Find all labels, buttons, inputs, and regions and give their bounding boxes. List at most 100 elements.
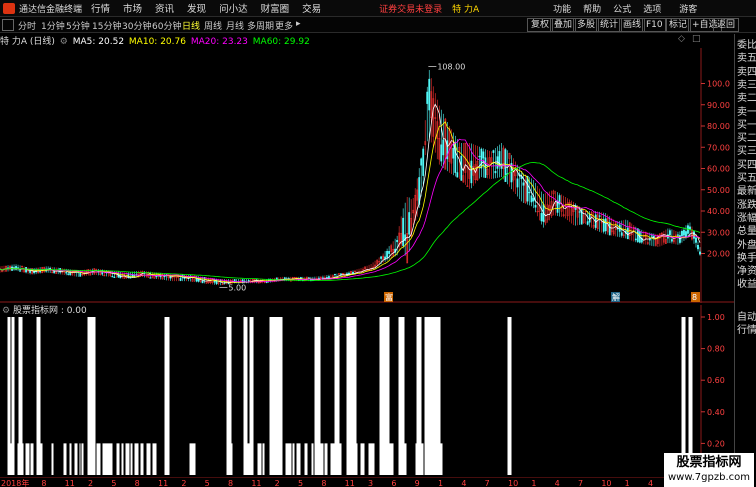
candle-body [386, 251, 389, 258]
time-axis-label: 9 [415, 479, 420, 487]
price-tick-label: 100.0 [707, 80, 730, 89]
candle-body [685, 231, 687, 238]
time-axis-label: 1 [438, 479, 443, 487]
menu-item-hangqing[interactable]: 行情 [91, 1, 110, 15]
candle-body [677, 234, 679, 236]
guest-user[interactable]: 游客 [679, 2, 697, 15]
time-axis-label: 4 [555, 479, 560, 487]
candle-body [456, 172, 459, 178]
indicator-title: ⚙ 股票指标网 : 0.00 [2, 303, 87, 316]
ma60-value: MA60: 29.92 [252, 37, 310, 47]
watermark-text: 股票指标网 [676, 455, 742, 470]
time-axis-label: 2 [181, 479, 186, 487]
menu-item-gongshi[interactable]: 公式 [613, 2, 631, 15]
time-axis-label: 8 [321, 479, 326, 487]
auto-quote-toggle[interactable]: 行情 [737, 321, 756, 336]
candle-body [494, 171, 497, 174]
period-weekly[interactable]: 周线 [204, 19, 222, 32]
ma10-value: MA10: 20.76 [128, 37, 186, 47]
indicator-tick-label: 0.40 [707, 408, 725, 417]
candle-body [578, 211, 581, 213]
candle-body [681, 231, 683, 237]
period-30min[interactable]: 30分钟 [122, 19, 151, 32]
period-1min[interactable]: 1分钟 [41, 19, 65, 32]
period-more[interactable]: 更多 [275, 19, 293, 32]
candle-body [155, 275, 158, 278]
watermark-logo: 股票指标网 www.7gpzb.com [664, 453, 754, 487]
event-marker: 解 [612, 292, 620, 302]
square-icon[interactable]: □ [692, 34, 701, 44]
stock-period-label: 特 力A (日线) [0, 37, 55, 47]
menu-item-faxian[interactable]: 发现 [187, 1, 206, 15]
menu-item-xuanxiang[interactable]: 选项 [643, 2, 661, 15]
period-fenshi[interactable]: 分时 [18, 19, 36, 32]
menu-item-zixun[interactable]: 资讯 [155, 1, 174, 15]
signal-group [7, 317, 693, 475]
dropdown-chevron-icon[interactable]: ▸ [296, 19, 301, 29]
candle-body [671, 239, 673, 242]
time-axis-label: 11 [65, 479, 75, 487]
candle-body [697, 245, 699, 250]
ma20-line [0, 138, 701, 283]
time-axis-label: 1 [625, 479, 630, 487]
menu-item-wenxiaoda[interactable]: 问小达 [219, 1, 248, 15]
candle-body [380, 256, 382, 259]
menu-item-jiaoyi[interactable]: 交易 [302, 1, 321, 15]
expand-icon[interactable]: ◇ [678, 34, 685, 44]
candle-body [634, 238, 637, 241]
time-axis-label: 1 [531, 479, 536, 487]
layout-toggle-icon[interactable] [2, 19, 14, 31]
kline-chart[interactable]: 100.0 90.00 80.00 70.00 60.00 50.00 40.00 30.00… [0, 48, 734, 303]
menu-item-bangzhu[interactable]: 帮助 [583, 2, 601, 15]
indicator-chart[interactable]: 1.00 0.80 0.60 0.40 0.20 [0, 305, 734, 477]
candle-body [604, 218, 607, 232]
price-tick-label: 50.00 [707, 186, 730, 195]
candle-body [452, 147, 455, 159]
time-axis-label: 2 [88, 479, 93, 487]
period-daily[interactable]: 日线 [182, 19, 200, 32]
menu-item-shichang[interactable]: 市场 [123, 1, 142, 15]
time-axis-label: 2018年 [1, 478, 29, 487]
menu-item-gongneng[interactable]: 功能 [553, 2, 571, 15]
indicator-settings-icon[interactable]: ⚙ [2, 306, 10, 316]
period-5min[interactable]: 5分钟 [66, 19, 90, 32]
f10-button[interactable]: F10 [642, 18, 667, 32]
period-monthly[interactable]: 月线 [226, 19, 244, 32]
candle-body [530, 195, 533, 203]
candle-body [699, 251, 701, 255]
candle-body [265, 281, 268, 283]
candle-body [65, 272, 68, 274]
back-button[interactable]: 返回 [713, 18, 740, 32]
period-15min[interactable]: 15分钟 [92, 19, 121, 32]
candle-body [669, 230, 671, 236]
login-warning[interactable]: 证券交易未登录 [379, 2, 442, 15]
settings-icon[interactable]: ⚙ [60, 37, 68, 47]
candle-body [213, 280, 216, 283]
menu-item-caifuquan[interactable]: 财富圈 [261, 1, 290, 15]
candle-body [689, 226, 691, 230]
high-label: 108.00 [437, 63, 465, 72]
candle-body [440, 144, 443, 162]
candle-body [408, 212, 411, 235]
candle-body [113, 276, 116, 278]
indicator-tick-label: 0.20 [707, 439, 725, 448]
period-multi[interactable]: 多周期 [247, 19, 274, 32]
candle-body [492, 150, 495, 153]
time-axis-label: 4 [648, 479, 653, 487]
candle-body [396, 239, 399, 243]
candle-body [159, 275, 162, 278]
time-axis-label: 2 [275, 479, 280, 487]
period-60min[interactable]: 60分钟 [152, 19, 181, 32]
menu-bar: 通达信金融终端 行情 市场 资讯 发现 问小达 财富圈 交易 证券交易未登录 特… [0, 0, 756, 17]
candle-body [17, 267, 19, 269]
indicator-tick-label: 1.00 [707, 313, 725, 322]
candle-body [482, 151, 485, 159]
app-logo-icon [3, 2, 15, 14]
time-axis-label: 4 [461, 479, 466, 487]
candle-body [428, 78, 431, 111]
candle-body [470, 160, 473, 184]
ma20-value: MA20: 23.23 [190, 37, 248, 47]
app-title: 通达信金融终端 [19, 4, 83, 15]
candle-body [33, 271, 35, 274]
indicator-tick-label: 0.80 [707, 345, 725, 354]
